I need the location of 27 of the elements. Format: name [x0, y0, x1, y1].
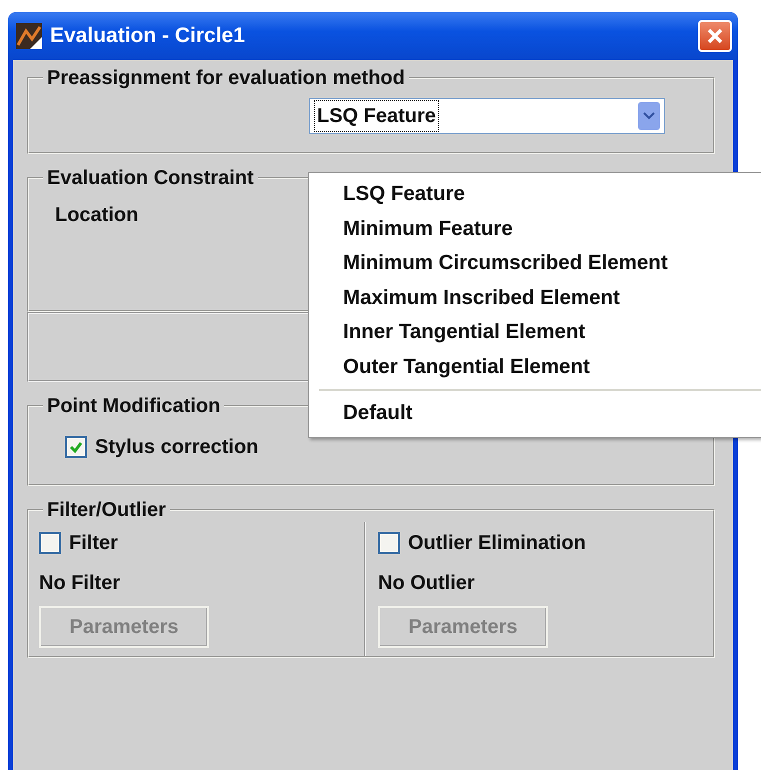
menu-item[interactable]: Outer Tangential Element: [309, 350, 761, 384]
status-text: No Filter: [39, 571, 122, 596]
status-text: No Outlier: [378, 571, 476, 596]
method-dropdown[interactable]: LSQ Feature: [309, 98, 665, 134]
close-icon: [706, 27, 724, 45]
checkbox[interactable]: [378, 532, 400, 554]
checkbox-label: Outlier Elimination: [408, 531, 586, 556]
close-button[interactable]: [698, 20, 732, 52]
menu-item[interactable]: Default: [309, 396, 761, 430]
checkbox-label: Stylus correction: [95, 435, 258, 460]
menu-item[interactable]: Minimum Feature: [309, 212, 761, 246]
field-label: Location: [55, 203, 138, 228]
group-title: Evaluation Constraint: [46, 166, 255, 190]
window-title: Evaluation - Circle1: [50, 23, 245, 50]
app-icon: [16, 23, 42, 49]
menu-item[interactable]: Inner Tangential Element: [309, 315, 761, 350]
group-title: Preassignment for evaluation method: [46, 66, 406, 90]
menu-item[interactable]: Minimum Circumscribed Element: [309, 246, 761, 280]
menu-item[interactable]: Maximum Inscribed Element: [309, 280, 761, 315]
group-title: Filter/Outlier: [46, 498, 167, 522]
checkbox[interactable]: [65, 436, 87, 458]
menu-item[interactable]: LSQ Feature: [309, 177, 761, 212]
checkbox[interactable]: [39, 532, 61, 554]
checkmark-icon: [68, 439, 84, 455]
dropdown-value: LSQ Feature: [314, 100, 439, 132]
group-title: Point Modification: [46, 394, 222, 418]
checkbox-label: Filter: [69, 531, 118, 556]
